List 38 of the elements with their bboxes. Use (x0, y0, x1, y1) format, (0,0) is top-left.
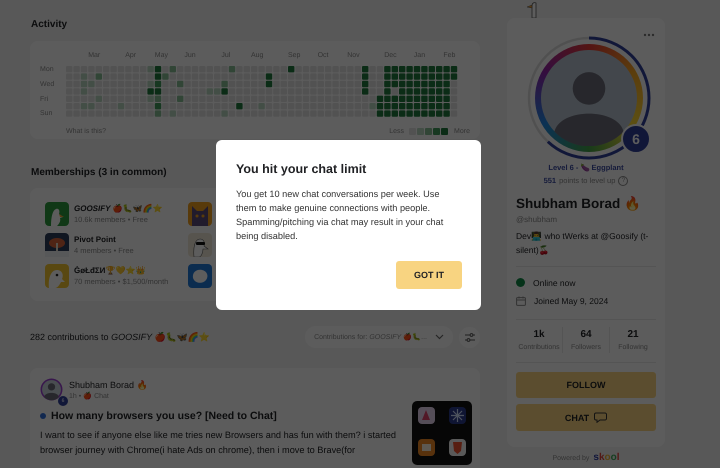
more-icon[interactable] (643, 33, 655, 37)
avatar[interactable] (40, 378, 63, 401)
profile-bio: Dev👨‍💻 who tWerks at @Goosify (t-silent)🍒 (516, 230, 650, 257)
goose-logo-icon[interactable] (45, 264, 69, 288)
profile-name: Shubham Borad 🔥 (516, 194, 642, 211)
got-it-button[interactable]: GOT IT (396, 261, 462, 289)
status-text: Online now (533, 278, 576, 288)
stat-value: 1k (533, 328, 545, 340)
filter-button[interactable] (459, 326, 480, 348)
community-name[interactable]: GOOSIFY 🍎🐛🦋🌈⭐ (74, 204, 163, 213)
section-title: Activity (31, 19, 68, 30)
dialog-title: You hit your chat limit (236, 162, 368, 176)
cat-logo-icon[interactable] (188, 202, 212, 226)
calendar-icon (516, 296, 526, 306)
legend-scale-icon (409, 128, 450, 135)
author-name[interactable]: Shubham Borad 🔥 (69, 380, 148, 390)
post-title[interactable]: How many browsers you use? [Need to Chat] (51, 410, 277, 422)
post-card[interactable] (30, 368, 480, 468)
post-text: I want to see if anyone else like me tries new Browsers and has fun with them? i started browser journey with Chrome(i hate Ads on chrome), then i move to Brave(for (40, 429, 397, 457)
contributions-title: 282 contributions to GOOSIFY 🍎🐛🦋🌈⭐ (30, 332, 210, 342)
community-name[interactable]: ĠøŁđΣИ🏆💛⭐👑 (74, 266, 168, 275)
chat-bubble-icon (594, 412, 608, 424)
tree-logo-icon[interactable] (45, 233, 69, 257)
blob-logo-icon[interactable] (188, 264, 212, 288)
follow-button[interactable]: FOLLOW (516, 372, 656, 398)
sliders-icon (464, 332, 474, 342)
dialog-text: You get 10 new chat conversations per week. Use them to make genuine connections with people. Spamming/pitching via chat may result in your chat being disabled. (236, 188, 444, 243)
stat-value: 64 (580, 328, 592, 340)
joined-date: Joined May 9, 2024 (534, 296, 608, 306)
community-name[interactable]: Pivot Point (74, 235, 134, 244)
goose-logo-icon[interactable] (188, 233, 212, 257)
goose-logo-icon[interactable] (45, 202, 69, 226)
level-badge: 6 (621, 124, 651, 154)
caret-icon (435, 334, 444, 340)
chat-button[interactable]: CHAT (516, 404, 656, 432)
brand-logo[interactable]: skool (593, 452, 620, 463)
section-title: Memberships (3 in common) (31, 167, 167, 178)
stat-value: 21 (627, 328, 639, 340)
